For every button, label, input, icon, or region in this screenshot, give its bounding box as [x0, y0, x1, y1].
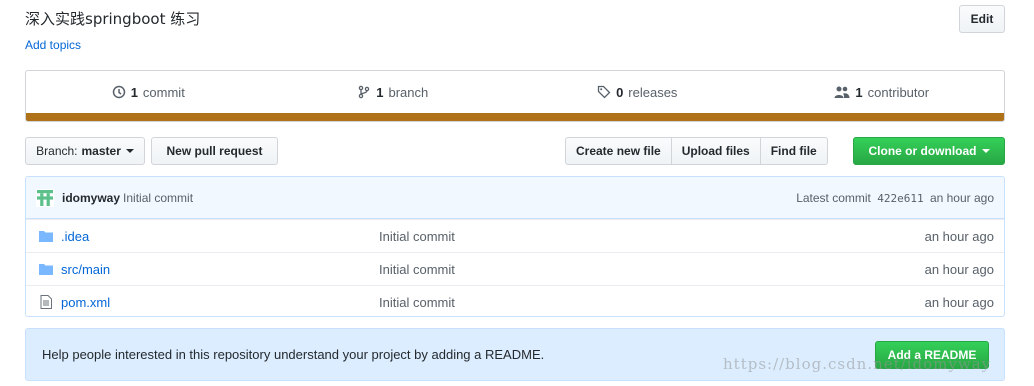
clone-or-download-button[interactable]: Clone or download	[853, 137, 1005, 165]
branch-icon	[359, 85, 370, 99]
repo-description: 深入实践springboot 练习	[25, 10, 201, 28]
branches-link[interactable]: 1 branch	[271, 85, 516, 100]
branch-select-button[interactable]: Branch: master	[25, 137, 145, 165]
contributors-count: 1	[855, 84, 863, 100]
commit-age: an hour ago	[929, 190, 994, 205]
contributors-link[interactable]: 1 contributor	[760, 85, 1005, 100]
latest-commit-meta: Latest commit 422e611 an hour ago	[796, 191, 994, 205]
add-topics-link[interactable]: Add topics	[25, 38, 81, 52]
commits-count: 1	[130, 84, 138, 100]
upload-files-button[interactable]: Upload files	[671, 137, 761, 165]
language-bar[interactable]	[26, 113, 1004, 121]
find-file-button[interactable]: Find file	[760, 137, 828, 165]
new-pull-request-button[interactable]: New pull request	[151, 137, 278, 165]
file-row: .idea Initial commit an hour ago	[26, 219, 1004, 252]
commit-sha-link[interactable]: 422e611	[877, 192, 923, 205]
file-name-link[interactable]: src/main	[61, 262, 379, 277]
folder-icon	[31, 230, 61, 242]
branch-name: master	[81, 144, 121, 158]
edit-button[interactable]: Edit	[959, 5, 1005, 33]
file-actions-group: Create new file Upload files Find file	[565, 137, 828, 165]
file-age: an hour ago	[924, 228, 994, 244]
history-icon	[112, 85, 125, 99]
commits-link[interactable]: 1 commit	[26, 85, 271, 100]
branches-label: branch	[388, 84, 429, 100]
clone-label: Clone or download	[868, 144, 977, 158]
file-name-link[interactable]: .idea	[61, 229, 379, 244]
file-commit-message[interactable]: Initial commit	[379, 262, 904, 277]
contributors-label: contributor	[867, 84, 930, 100]
file-list: idomyway Initial commit Latest commit 42…	[25, 176, 1005, 317]
branch-prefix: Branch:	[36, 144, 78, 158]
branches-count: 1	[376, 84, 384, 100]
commit-author-link[interactable]: idomyway	[62, 191, 120, 205]
folder-icon	[31, 263, 61, 275]
commit-message-link[interactable]: Initial commit	[123, 191, 193, 205]
watermark: https://blog.csdn.net/idomyway	[723, 355, 992, 373]
releases-label: releases	[628, 84, 678, 100]
file-row: pom.xml Initial commit an hour ago	[26, 285, 1004, 316]
identicon-icon	[37, 189, 53, 206]
caret-down-icon	[125, 149, 134, 153]
people-icon	[834, 86, 850, 98]
create-new-file-button[interactable]: Create new file	[565, 137, 672, 165]
file-row: src/main Initial commit an hour ago	[26, 252, 1004, 285]
tag-icon	[597, 85, 611, 99]
releases-link[interactable]: 0 releases	[515, 85, 760, 100]
file-name-link[interactable]: pom.xml	[61, 295, 379, 310]
caret-down-icon	[981, 149, 990, 153]
file-age: an hour ago	[924, 294, 994, 310]
releases-count: 0	[616, 84, 624, 100]
readme-prompt-text: Help people interested in this repositor…	[42, 347, 545, 362]
latest-commit-bar: idomyway Initial commit Latest commit 42…	[26, 177, 1004, 219]
file-age: an hour ago	[924, 261, 994, 277]
latest-commit-prefix: Latest commit	[796, 190, 871, 205]
avatar[interactable]	[36, 188, 54, 207]
file-icon	[31, 295, 61, 309]
commits-label: commit	[142, 84, 185, 100]
file-commit-message[interactable]: Initial commit	[379, 229, 904, 244]
repo-summary: 1 commit 1 branch 0 releases 1 contribut…	[25, 70, 1005, 122]
file-commit-message[interactable]: Initial commit	[379, 295, 904, 310]
